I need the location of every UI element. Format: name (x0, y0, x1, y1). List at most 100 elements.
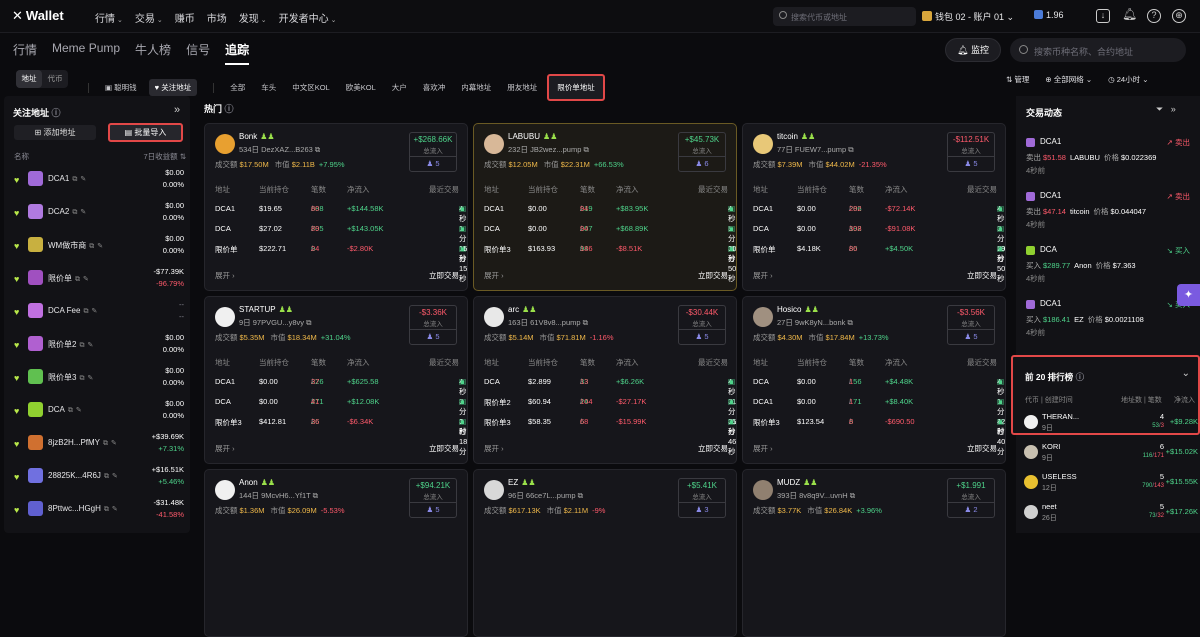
feed-item[interactable]: DCA1 ↗ 卖出 卖出 $47.14 titcoin 价格 $0.044047 4秒前 (1016, 186, 1200, 240)
token-card[interactable]: titcoin ♟♟ 77日 FUEW7...pump ⧉ 成交额 $7.39M 市值 $4… (742, 123, 1006, 291)
main-tab-3[interactable]: 信号 (186, 41, 210, 65)
time-selector[interactable]: ◷ 24小时 ⌄ (1108, 74, 1148, 85)
trade-now-button[interactable]: 立即交易 (698, 270, 728, 281)
copy-icon[interactable]: ⧉ (79, 342, 84, 349)
filter-limit-order[interactable]: 限价单地址 (547, 74, 605, 101)
trade-now-button[interactable]: 立即交易 (429, 443, 459, 454)
topnav-item-0[interactable]: 行情 ⌄ (95, 10, 123, 25)
help-icon[interactable]: ? (1147, 9, 1161, 23)
collapse-icon[interactable]: » (174, 104, 180, 116)
filter-tag-7[interactable]: 朋友地址 (507, 82, 537, 93)
expand-button[interactable]: 展开 › (484, 444, 504, 453)
copy-icon[interactable]: ⧉ (89, 243, 94, 250)
watchlist-row[interactable]: ♥ 限价单2 ⧉ ✎ $0.00 0.00% (4, 332, 190, 362)
token-card[interactable]: MUDZ ♟♟ 393日 8v8q9V...uvnH ⧉ 成交额 $3.77K 市值 $26… (742, 469, 1006, 637)
edit-icon[interactable]: ✎ (80, 209, 86, 216)
rank-col-token[interactable]: 代币 | 创建时间 (1025, 397, 1073, 404)
segment-address[interactable]: 地址 (16, 70, 42, 88)
trade-now-button[interactable]: 立即交易 (698, 443, 728, 454)
watchlist-row[interactable]: ♥ DCA1 ⧉ ✎ $0.00 0.00% (4, 167, 190, 197)
feed-item[interactable]: DCA1 ↘ 买入买入$186.41EZ价格$0.0021108 4秒前 (1016, 294, 1200, 348)
watchlist-row[interactable]: ♥ DCA Fee ⧉ ✎ -- -- (4, 299, 190, 329)
feed-item[interactable]: DCA ↘ 买入 买入 $289.77 Anon 价格 $7.363 4秒前 (1016, 240, 1200, 294)
topnav-item-1[interactable]: 交易 ⌄ (135, 10, 163, 25)
globe-icon[interactable]: ⊕ (1172, 9, 1186, 23)
trade-now-button[interactable]: 立即交易 (967, 443, 997, 454)
heart-icon[interactable]: ♥ (14, 208, 19, 218)
filter-tag-3[interactable]: 欧美KOL (346, 82, 376, 93)
network-selector[interactable]: ⊕ 全部网络 ⌄ (1045, 74, 1092, 85)
filter-tag-1[interactable]: 车头 (261, 82, 276, 93)
watchlist-row[interactable]: ♥ WM做市商 ⧉ ✎ $0.00 0.00% (4, 233, 190, 263)
heart-icon[interactable]: ♥ (14, 274, 19, 284)
rank-col-count[interactable]: 地址数 | 笔数 (1121, 395, 1162, 405)
expand-button[interactable]: 展开 › (753, 271, 773, 280)
balance[interactable]: 1.96 (1034, 10, 1064, 20)
watchlist-row[interactable]: ♥ 限价单3 ⧉ ✎ $0.00 0.00% (4, 365, 190, 395)
rank-row[interactable]: KORI 9日 6 116/171 +$15.02K (1020, 441, 1198, 467)
heart-icon[interactable]: ♥ (14, 406, 19, 416)
expand-button[interactable]: 展开 › (215, 271, 235, 280)
edit-icon[interactable]: ✎ (83, 276, 89, 283)
heart-icon[interactable]: ♥ (14, 505, 19, 515)
watchlist-row[interactable]: ♥ 限价单 ⧉ ✎ -$77.39K -96.79% (4, 266, 190, 296)
edit-icon[interactable]: ✎ (112, 506, 118, 513)
rank-row[interactable]: THERAN... 9日 4 53/3 +$9.28K (1020, 411, 1198, 437)
edit-icon[interactable]: ✎ (97, 243, 103, 250)
heart-icon[interactable]: ♥ (14, 340, 19, 350)
watchlist-row[interactable]: ♥ DCA2 ⧉ ✎ $0.00 0.00% (4, 200, 190, 230)
copy-icon[interactable]: ⧉ (313, 145, 320, 154)
main-tab-0[interactable]: 行情 (13, 41, 37, 65)
copy-icon[interactable]: ⧉ (68, 407, 73, 414)
rank-row[interactable]: USELESS 12日 5 790/143 +$15.55K (1020, 471, 1198, 497)
filter-tag-4[interactable]: 大户 (392, 82, 407, 93)
copy-icon[interactable]: ⧉ (581, 318, 588, 327)
filter-smart-money[interactable]: ▣ 聪明钱 (105, 82, 137, 93)
expand-button[interactable]: 展开 › (484, 271, 504, 280)
filter-tag-6[interactable]: 内幕地址 (461, 82, 491, 93)
copy-icon[interactable]: ⧉ (848, 491, 855, 500)
edit-icon[interactable]: ✎ (87, 375, 93, 382)
watchlist-row[interactable]: ♥ 8Pttwc...HGgH ⧉ ✎ -$31.48K -41.58% (4, 497, 190, 527)
filter-tag-5[interactable]: 喜欢冲 (423, 82, 446, 93)
token-card[interactable]: Bonk ♟♟ 534日 DezXAZ...B263 ⧉ 成交额 $17.50M 市值 $2… (204, 123, 468, 291)
copy-icon[interactable]: ⧉ (104, 506, 109, 513)
heart-icon[interactable]: ♥ (14, 373, 19, 383)
copy-icon[interactable]: ⧉ (72, 176, 77, 183)
collapse-icon[interactable]: » (1171, 104, 1176, 114)
token-card[interactable]: Hosico ♟♟ 27日 9wK8yN...bonk ⧉ 成交额 $4.30M 市值 $1… (742, 296, 1006, 464)
filter-watched[interactable]: ♥ 关注地址 (148, 79, 198, 96)
main-tab-1[interactable]: Meme Pump (52, 41, 120, 65)
trade-now-button[interactable]: 立即交易 (967, 270, 997, 281)
copy-icon[interactable]: ⧉ (75, 276, 80, 283)
token-card[interactable]: arc ♟♟ 163日 61V8v8...pump ⧉ 成交额 $5.14M 市值 $71.… (473, 296, 737, 464)
wallet-account-selector[interactable]: 钱包 02 - 账户 01 ⌄ (922, 10, 1014, 23)
topnav-item-5[interactable]: 开发者中心 ⌄ (279, 10, 337, 25)
watchlist-row[interactable]: ♥ 28825K...4R6J ⧉ ✎ +$16.51K +5.46% (4, 464, 190, 494)
main-tab-2[interactable]: 牛人榜 (135, 41, 171, 65)
token-card[interactable]: STARTUP ♟♟ 9日 97PVGU...y8vy ⧉ 成交额 $5.35M 市值 $1… (204, 296, 468, 464)
manage-button[interactable]: ⇅ 管理 (1006, 74, 1029, 85)
download-icon[interactable]: ↓ (1096, 9, 1110, 23)
edit-icon[interactable]: ✎ (87, 342, 93, 349)
copy-icon[interactable]: ⧉ (845, 318, 852, 327)
copy-icon[interactable]: ⧉ (846, 145, 853, 154)
copy-icon[interactable]: ⧉ (83, 308, 88, 315)
copy-icon[interactable]: ⧉ (104, 473, 109, 480)
trade-now-button[interactable]: 立即交易 (429, 270, 459, 281)
copy-icon[interactable]: ⧉ (79, 375, 84, 382)
copy-icon[interactable]: ⧉ (581, 145, 588, 154)
add-address-button[interactable]: ⊞ 添加地址 (14, 125, 96, 140)
heart-icon[interactable]: ♥ (14, 307, 19, 317)
monitor-button[interactable]: 🔔︎ 监控 (945, 38, 1001, 62)
main-tab-4[interactable]: 追踪 (225, 41, 250, 65)
batch-import-button[interactable]: ▤ 批量导入 (108, 123, 183, 142)
filter-tag-0[interactable]: 全部 (230, 82, 245, 93)
expand-button[interactable]: 展开 › (215, 444, 235, 453)
copy-icon[interactable]: ⧉ (72, 209, 77, 216)
edit-icon[interactable]: ✎ (112, 473, 118, 480)
bell-icon[interactable]: 🔔︎ (1122, 8, 1137, 23)
heart-icon[interactable]: ♥ (14, 439, 19, 449)
heart-icon[interactable]: ♥ (14, 175, 19, 185)
logo[interactable]: ✕ Wallet (12, 8, 64, 24)
